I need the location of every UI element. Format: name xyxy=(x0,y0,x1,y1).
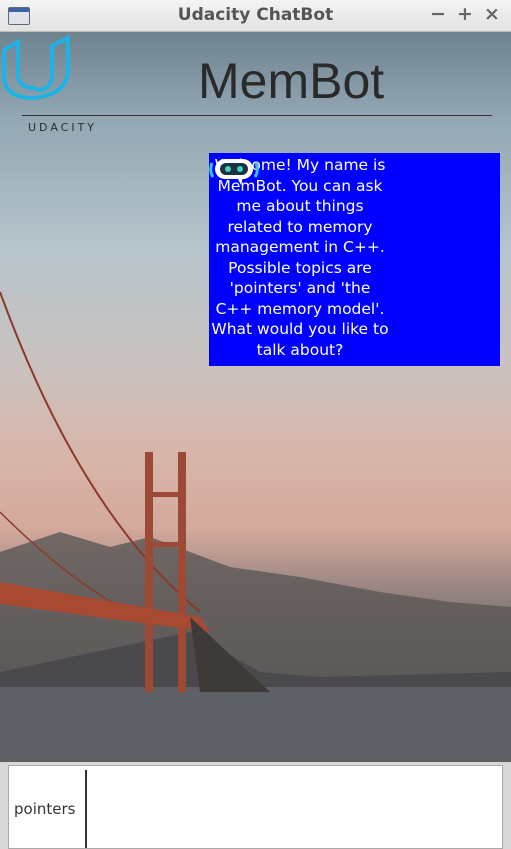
title-bar: Udacity ChatBot − + × xyxy=(0,0,511,32)
membot-brand: MemBot xyxy=(198,53,385,109)
chat-background: UDACITY MemBot Welcome! My name is MemBo… xyxy=(0,32,511,762)
header-divider xyxy=(22,115,492,116)
golden-gate-bridge-image xyxy=(0,291,511,762)
bot-message: Welcome! My name is MemBot. You can ask … xyxy=(209,153,500,366)
text-caret xyxy=(85,770,87,848)
maximize-button[interactable]: + xyxy=(457,3,473,25)
message-input-value: pointers xyxy=(14,800,76,818)
minimize-button[interactable]: − xyxy=(430,3,446,25)
udacity-logo-text: UDACITY xyxy=(28,121,98,134)
udacity-logo-icon xyxy=(2,34,70,101)
robot-icon xyxy=(209,159,259,185)
message-input[interactable]: pointers xyxy=(8,765,503,849)
close-button[interactable]: × xyxy=(484,3,500,25)
